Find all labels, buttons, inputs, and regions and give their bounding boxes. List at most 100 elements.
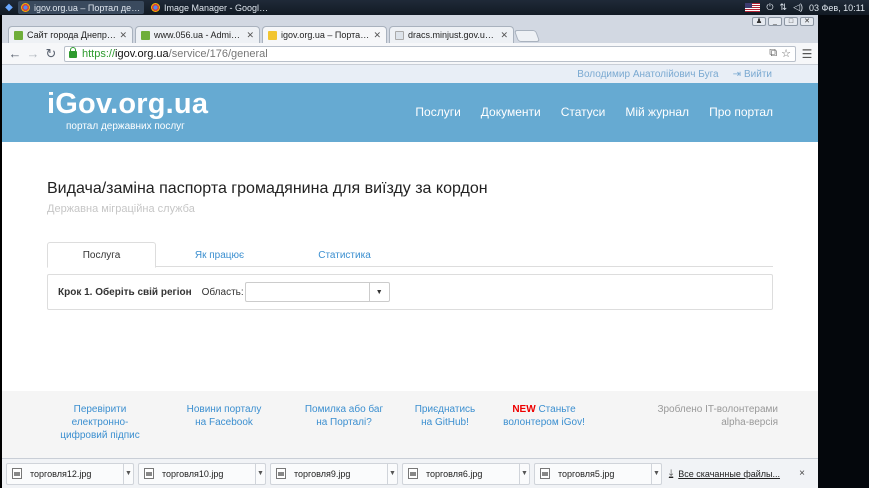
bookmark-star-icon[interactable]: ☆: [781, 47, 791, 60]
footer-link-bug-report[interactable]: Помилка або баг на Порталі?: [292, 403, 396, 429]
download-item[interactable]: торговля6.jpg ▼: [402, 462, 530, 485]
caret-down-icon[interactable]: ▼: [368, 283, 389, 301]
image-file-icon: [12, 468, 22, 479]
translate-icon[interactable]: ⧉: [769, 47, 777, 60]
site-logo[interactable]: iGov.org.ua: [47, 88, 208, 121]
footer-link-line: цифровий підпис: [60, 430, 140, 441]
user-profile-icon[interactable]: ♟: [752, 17, 766, 26]
url-scheme: https://: [82, 47, 116, 60]
close-tab-icon[interactable]: ✕: [500, 30, 508, 41]
back-arrow-icon[interactable]: ←: [6, 45, 24, 63]
taskbar-task-image-manager[interactable]: Image Manager - Google C...: [148, 1, 274, 14]
all-downloads-label: Все скачанные файлы...: [678, 468, 780, 479]
all-downloads-link[interactable]: ⤓ Все скачанные файлы...: [669, 468, 780, 479]
footer-link-verify-signature[interactable]: Перевірити електронно- цифровий підпис: [50, 403, 150, 442]
step-panel: Крок 1. Оберіть свій регіон Область: ▼: [47, 274, 773, 310]
image-file-icon: [540, 468, 550, 479]
minimize-icon[interactable]: _: [768, 17, 782, 26]
page-favicon-icon: [395, 30, 404, 40]
volume-icon[interactable]: ◁): [793, 2, 803, 13]
region-field-label: Область:: [201, 286, 244, 298]
url-path: /service/176/general: [168, 47, 268, 60]
footer-link-line: на Facebook: [195, 417, 253, 428]
hamburger-menu-icon[interactable]: ☰: [800, 47, 814, 61]
taskbar-task-igov[interactable]: igov.org.ua – Портал дер...: [18, 1, 144, 14]
download-item[interactable]: торговля10.jpg ▼: [138, 462, 266, 485]
image-file-icon: [276, 468, 286, 479]
power-icon[interactable]: ⏻: [766, 2, 773, 13]
caret-down-icon[interactable]: ▼: [387, 463, 397, 484]
caret-down-icon[interactable]: ▼: [123, 463, 133, 484]
caret-down-icon[interactable]: ▼: [651, 463, 661, 484]
clock[interactable]: 03 Фев, 10:11: [809, 3, 865, 13]
network-icon[interactable]: ⇅: [780, 2, 788, 13]
nav-about[interactable]: Про портал: [709, 105, 773, 119]
browser-tab-056[interactable]: www.056.ua - Admin - H ✕: [135, 26, 260, 43]
logout-link[interactable]: ⇥ Вийти: [733, 69, 772, 80]
download-filename: торговля10.jpg: [162, 468, 224, 479]
download-filename: торговля6.jpg: [426, 468, 483, 479]
user-name-link[interactable]: Володимир Анатолійович Буга: [577, 69, 718, 80]
web-page: Володимир Анатолійович Буга ⇥ Вийти iGov.…: [2, 65, 818, 458]
download-filename: торговля12.jpg: [30, 468, 92, 479]
footer-link-facebook[interactable]: Новини порталу на Facebook: [170, 403, 278, 429]
caret-down-icon[interactable]: ▼: [255, 463, 265, 484]
tab-how-it-works[interactable]: Як працює: [157, 242, 282, 268]
site-tagline: портал державних послуг: [66, 121, 185, 132]
region-select[interactable]: ▼: [244, 282, 390, 302]
system-tray: ⏻ ⇅ ◁) 03 Фев, 10:11: [745, 2, 869, 13]
browser-tab-igov[interactable]: igov.org.ua – Портал де ✕: [262, 26, 387, 43]
close-tab-icon[interactable]: ✕: [373, 30, 381, 41]
footer-link-volunteer[interactable]: NEW Станьте волонтером iGov!: [482, 403, 606, 429]
address-bar[interactable]: https:// igov.org.ua /service/176/genera…: [64, 45, 796, 62]
start-menu-icon[interactable]: ◆: [0, 0, 18, 15]
window-controls: ♟ _ □ ✕: [752, 17, 814, 26]
browser-tab-label: igov.org.ua – Портал де: [281, 30, 371, 40]
browser-tab-dracs[interactable]: dracs.minjust.gov.ua/M ✕: [389, 26, 514, 43]
chrome-icon: [151, 3, 160, 12]
service-tabs: Послуга Як працює Статистика: [47, 242, 773, 268]
download-filename: торговля5.jpg: [558, 468, 615, 479]
lock-icon[interactable]: [69, 47, 77, 58]
close-window-icon[interactable]: ✕: [800, 17, 814, 26]
chrome-icon: [21, 3, 30, 12]
footer-link-line: Помилка або баг: [304, 404, 384, 415]
close-shelf-icon[interactable]: ×: [792, 468, 812, 479]
trident-favicon-icon: [268, 30, 277, 40]
site-favicon-icon: [14, 30, 23, 40]
service-organization: Державна міграційна служба: [47, 203, 195, 215]
region-select-value: [246, 283, 369, 301]
tab-statistics[interactable]: Статистика: [282, 242, 407, 268]
step-label: Крок 1. Оберіть свій регіон: [58, 286, 192, 298]
logout-icon: ⇥: [732, 68, 741, 80]
footer-link-line: Приєднатись: [414, 404, 476, 415]
caret-down-icon[interactable]: ▼: [519, 463, 529, 484]
nav-services[interactable]: Послуги: [415, 105, 460, 119]
nav-statuses[interactable]: Статуси: [561, 105, 606, 119]
nav-my-journal[interactable]: Мій журнал: [625, 105, 689, 119]
footer-link-line: волонтером iGov!: [503, 417, 585, 428]
forward-arrow-icon[interactable]: →: [24, 45, 42, 63]
download-item[interactable]: торговля12.jpg ▼: [6, 462, 134, 485]
footer-link-line: на GitHub!: [421, 417, 469, 428]
browser-tab-dnepr[interactable]: Сайт города Днепропе ✕: [8, 26, 133, 43]
maximize-icon[interactable]: □: [784, 17, 798, 26]
footer-link-line: Станьте: [538, 404, 576, 415]
nav-documents[interactable]: Документи: [481, 105, 541, 119]
download-item[interactable]: торговля5.jpg ▼: [534, 462, 662, 485]
url-host: igov.org.ua: [115, 47, 169, 60]
user-bar: Володимир Анатолійович Буга ⇥ Вийти: [2, 65, 818, 83]
site-footer: Перевірити електронно- цифровий підпис Н…: [2, 391, 818, 458]
tab-service[interactable]: Послуга: [47, 242, 156, 268]
footer-link-line: на Порталі?: [316, 417, 372, 428]
browser-tab-label: www.056.ua - Admin - H: [154, 30, 244, 40]
download-item[interactable]: торговля9.jpg ▼: [270, 462, 398, 485]
footer-link-github[interactable]: Приєднатись на GitHub!: [400, 403, 490, 429]
close-tab-icon[interactable]: ✕: [246, 30, 254, 41]
new-tab-button[interactable]: [513, 30, 541, 42]
close-tab-icon[interactable]: ✕: [119, 30, 127, 41]
new-badge: NEW: [512, 404, 536, 415]
keyboard-layout-flag-icon[interactable]: [745, 3, 761, 12]
taskbar-task-label: igov.org.ua – Портал дер...: [34, 2, 141, 13]
reload-icon[interactable]: ↻: [42, 45, 60, 63]
